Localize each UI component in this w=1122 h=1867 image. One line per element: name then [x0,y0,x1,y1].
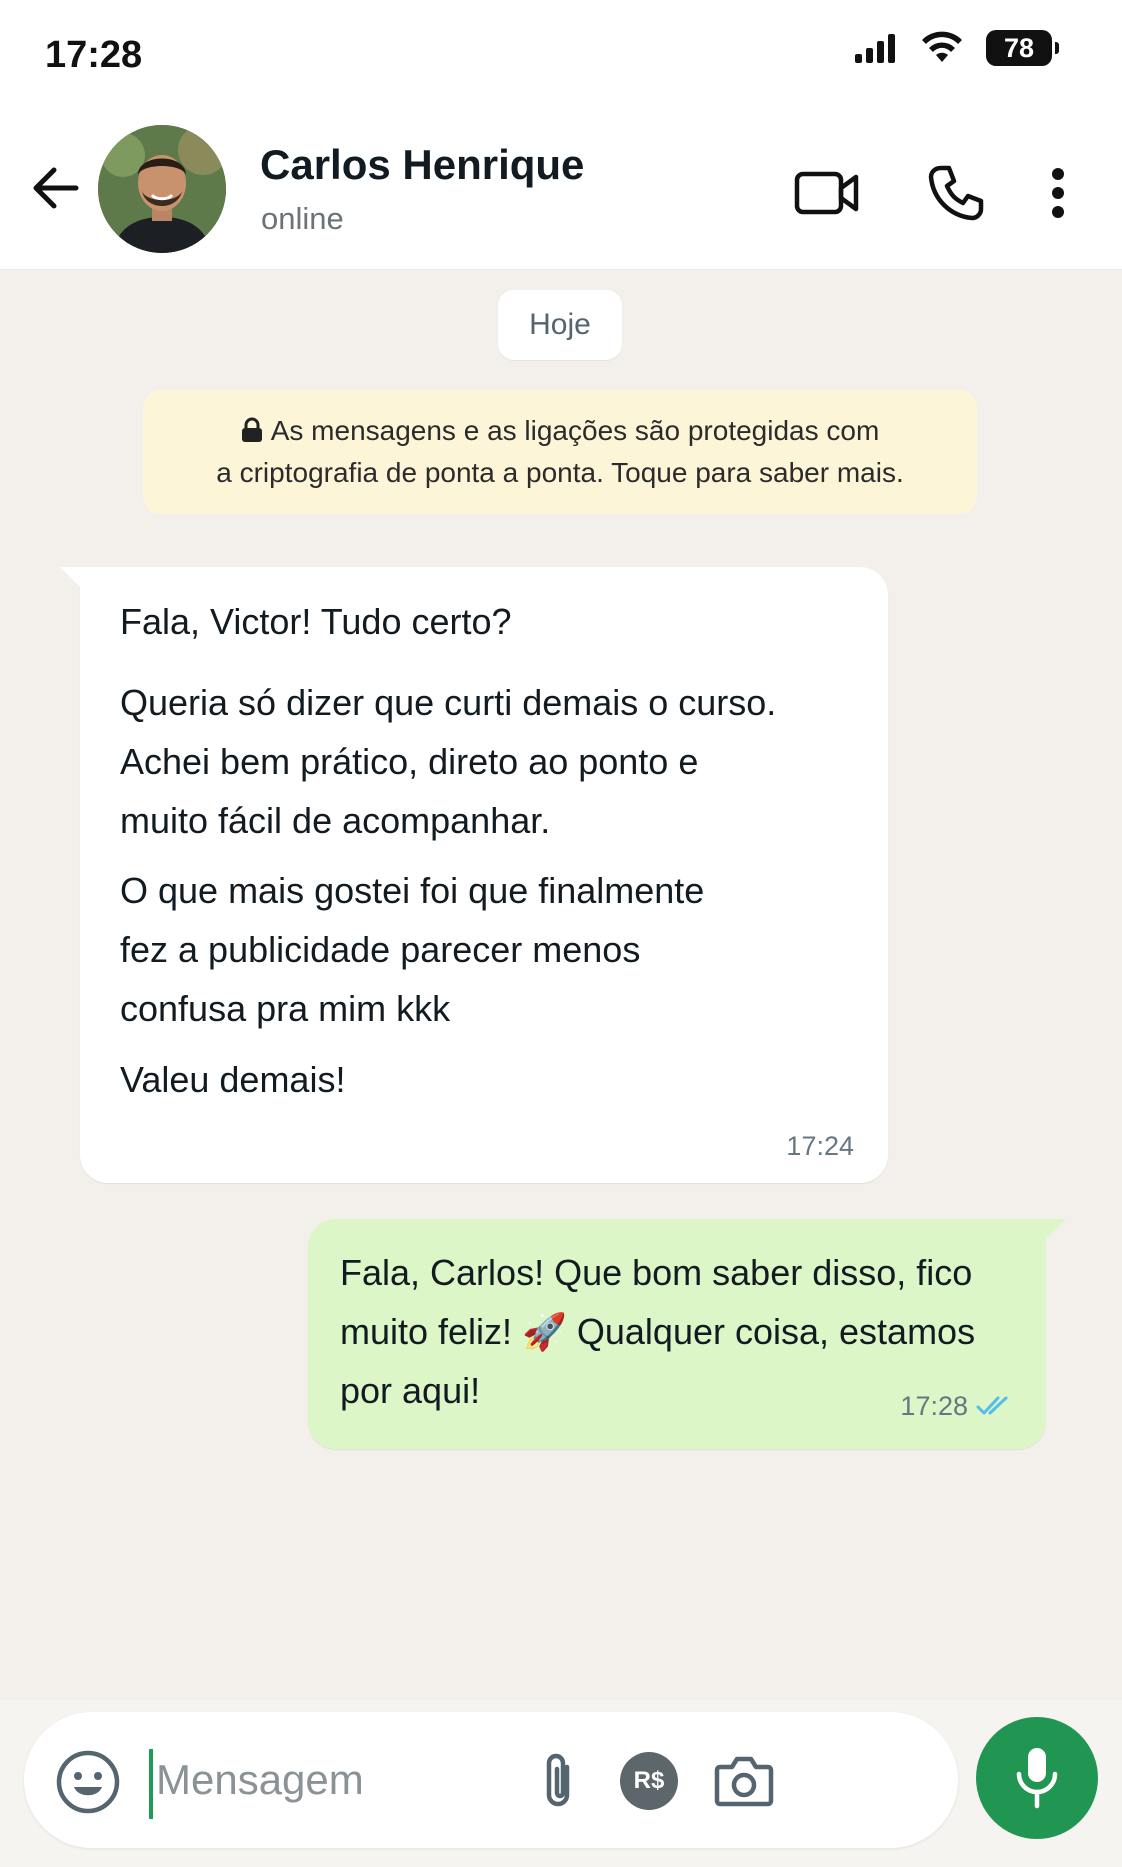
status-bar: 17:28 78 [0,0,1122,115]
contact-name[interactable]: Carlos Henrique [260,141,584,189]
status-icons: 78 [854,30,1059,66]
battery-icon: 78 [986,30,1059,66]
camera-button[interactable] [709,1746,779,1816]
emoji-icon [56,1750,120,1814]
attach-icon [546,1753,570,1807]
message-time: 17:24 [786,1131,854,1161]
battery-level: 78 [1003,32,1035,63]
message-meta: 17:28 [900,1391,1014,1421]
avatar[interactable] [98,125,226,253]
message-line: Fala, Victor! Tudo certo? [120,601,512,642]
voice-call-button[interactable] [916,153,996,233]
message-line: muito fácil de acompanhar. [120,800,551,841]
payment-button[interactable]: R$ [614,1746,684,1816]
text-caret [149,1749,153,1819]
emoji-button[interactable] [54,1748,122,1816]
message-composer: R$ [24,1712,958,1848]
payment-icon: R$ [620,1752,678,1810]
encryption-notice[interactable]: As mensagens e as ligações são protegida… [143,390,977,514]
mic-button[interactable] [976,1717,1098,1839]
phone-screen: 17:28 78 Carlos Henrique online Hoje As … [0,0,1122,1867]
message-line: fez a publicidade parecer menos [120,929,641,970]
camera-icon [714,1756,774,1807]
mic-icon [1016,1748,1058,1809]
chat-header: Carlos Henrique online [0,115,1122,270]
back-arrow-icon [33,167,79,209]
lock-icon [241,417,262,442]
attach-button[interactable] [524,1746,594,1816]
voice-call-icon [928,165,984,221]
more-options-icon [1052,168,1064,218]
contact-photo [98,125,226,253]
message-line: O que mais gostei foi que finalmente [120,870,705,911]
video-call-icon [794,171,859,215]
message-line: Achei bem prático, direto ao ponto e [120,741,699,782]
video-call-button[interactable] [787,153,867,233]
contact-status: online [261,201,344,236]
encryption-line-2: a criptografia de ponta a ponta. Toque p… [216,457,904,488]
message-line: muito feliz! 🚀 Qualquer coisa, estamos [340,1311,976,1352]
message-line: Fala, Carlos! Que bom saber disso, fico [340,1252,973,1293]
read-ticks-icon [976,1396,1008,1415]
chat-area[interactable]: Hoje As mensagens e as ligações são prot… [0,270,1122,1700]
more-options-button[interactable] [1018,153,1098,233]
date-chip: Hoje [498,290,622,360]
message-time: 17:28 [900,1391,968,1421]
message-line: Queria só dizer que curti demais o curso… [120,682,777,723]
back-button[interactable] [28,160,84,216]
encryption-line-1: As mensagens e as ligações são protegida… [270,415,880,446]
incoming-message[interactable]: Fala, Victor! Tudo certo? Queria só dize… [60,567,888,1183]
status-time: 17:28 [45,34,143,76]
message-line: Valeu demais! [120,1059,346,1100]
outgoing-message[interactable]: Fala, Carlos! Que bom saber disso, fico … [308,1219,1066,1449]
wifi-icon [922,31,962,62]
signal-icon [855,34,895,63]
message-line: confusa pra mim kkk [120,988,451,1029]
